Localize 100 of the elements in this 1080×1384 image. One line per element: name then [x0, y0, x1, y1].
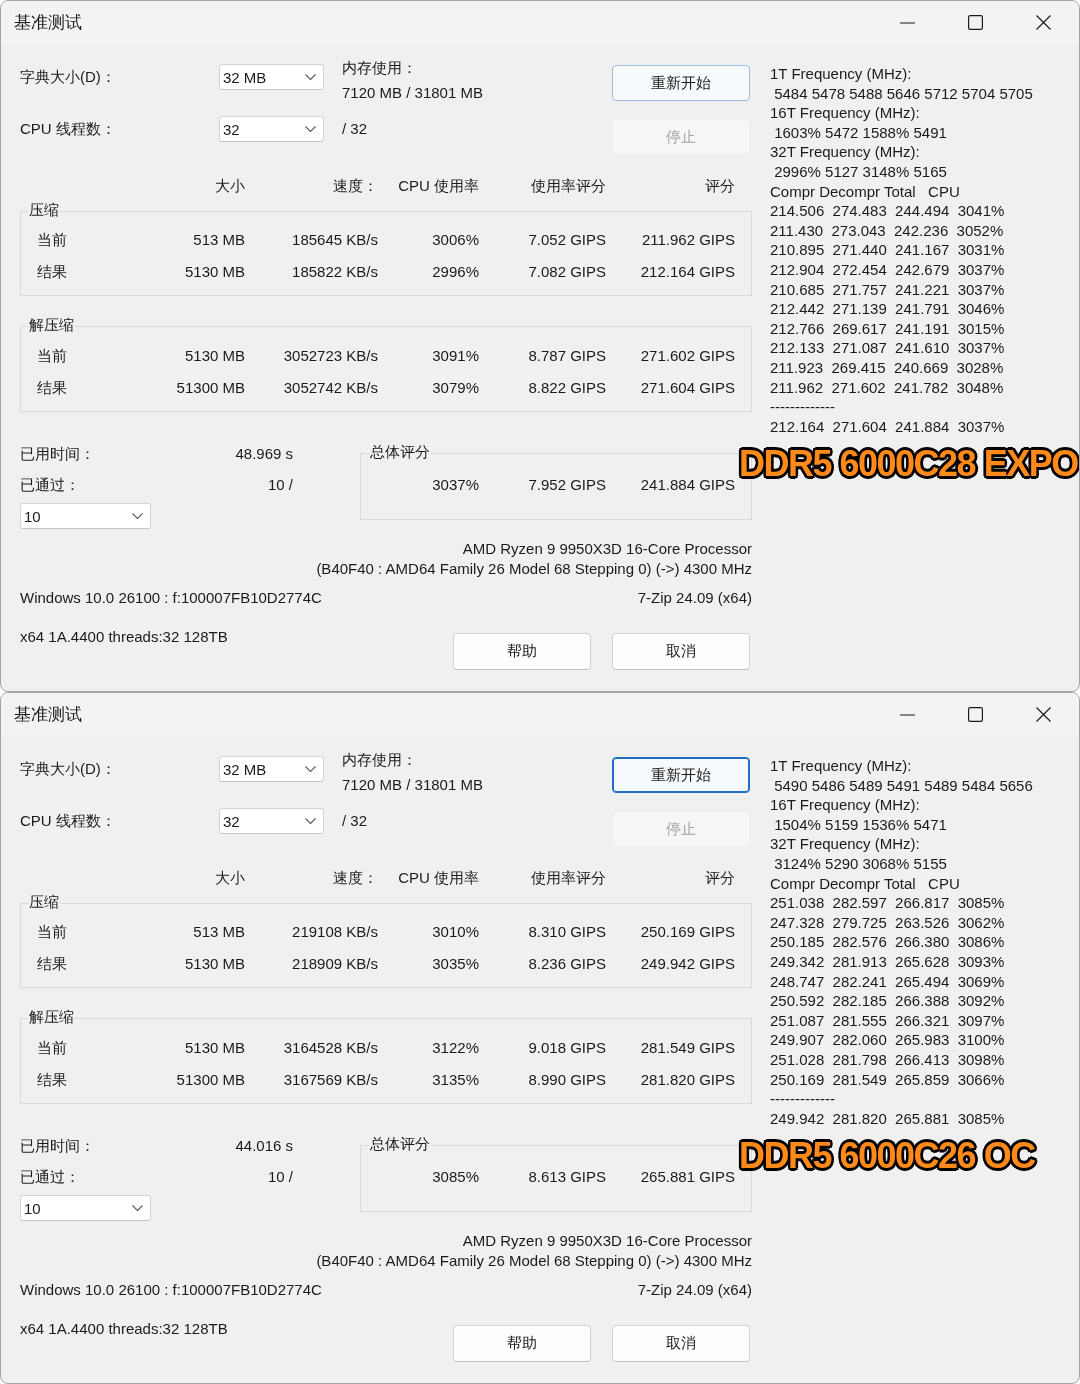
- maximize-icon[interactable]: [968, 15, 983, 30]
- row-label: 当前: [37, 1038, 67, 1058]
- cpu-info-text: (B40F40 : AMD64 Family 26 Model 68 Stepping 0) (->) 4300 MHz: [316, 1251, 752, 1271]
- total-score-cell: 7.952 GIPS: [528, 475, 606, 495]
- log-line: 251.028 281.798 266.413 3098%: [770, 1049, 1005, 1070]
- total-score-cell: 265.881 GIPS: [640, 1167, 735, 1187]
- group-title: 压缩: [28, 201, 60, 220]
- table-cell-text: 8.787 GIPS: [528, 346, 606, 366]
- row-label: 结果: [37, 378, 67, 398]
- system-info-text: Windows 10.0 26100 : f:100007FB10D2774C: [20, 588, 322, 608]
- column-header: 使用率评分: [531, 176, 606, 196]
- log-line: 212.904 272.454 242.679 3037%: [770, 259, 1005, 280]
- table-cell-text: 3010%: [432, 922, 479, 942]
- thread-max-text: / 32: [342, 119, 368, 139]
- table-cell-text: 8.236 GIPS: [528, 954, 606, 974]
- log-line: 249.907 282.060 265.983 3100%: [770, 1030, 1005, 1050]
- cancel-button[interactable]: 取消: [612, 633, 750, 670]
- log-line: 16T Frequency (MHz):: [770, 103, 920, 123]
- table-cell-text: 250.169 GIPS: [640, 922, 735, 942]
- cpu-info-text: AMD Ryzen 9 9950X3D 16-Core Processor: [462, 1231, 752, 1251]
- thread-count-dropdown[interactable]: 32: [219, 808, 324, 834]
- total-score-cell: 3085%: [432, 1167, 479, 1187]
- log-line: 249.942 281.820 265.881 3085%: [770, 1108, 1005, 1129]
- table-cell-text: 3079%: [432, 378, 479, 398]
- table-cell-text: 219108 KB/s: [292, 922, 378, 942]
- build-info-text: x64 1A.4400 threads:32 128TB: [20, 627, 228, 647]
- table-cell-text: 249.942 GIPS: [640, 954, 735, 974]
- build-info-text: x64 1A.4400 threads:32 128TB: [20, 1319, 228, 1339]
- log-line: 248.747 282.241 265.494 3069%: [770, 971, 1005, 992]
- memory-usage-label: 内存使用：: [342, 58, 417, 78]
- thread-max-text: / 32: [342, 811, 368, 831]
- log-line: 211.962 271.602 241.782 3048%: [770, 377, 1004, 398]
- elapsed-time-value: 48.969 s: [235, 444, 293, 464]
- column-header: 速度：: [333, 176, 378, 196]
- close-icon[interactable]: [1036, 707, 1051, 722]
- total-score-cell: 8.613 GIPS: [528, 1167, 606, 1187]
- memory-usage-value: 7120 MB / 31801 MB: [342, 83, 483, 103]
- column-header: 速度：: [333, 868, 378, 888]
- passes-value: 10 /: [267, 475, 293, 495]
- cancel-button[interactable]: 取消: [612, 1325, 750, 1362]
- chevron-down-icon: [305, 818, 316, 824]
- table-cell-text: 3091%: [432, 346, 479, 366]
- dictionary-size-label: 字典大小(D)：: [20, 67, 116, 87]
- annotation-label: DDR5 6000C26 OC: [738, 1136, 1036, 1176]
- window-title: 基准测试: [14, 703, 82, 726]
- thread-count-dropdown[interactable]: 32: [219, 116, 324, 142]
- dictionary-size-dropdown[interactable]: 32 MB: [219, 64, 324, 90]
- log-line: 250.592 282.185 266.388 3092%: [770, 991, 1005, 1011]
- column-header: 评分: [705, 176, 735, 196]
- version-text: 7-Zip 24.09 (x64): [637, 1280, 752, 1300]
- log-line: 210.895 271.440 241.167 3031%: [770, 240, 1005, 260]
- log-line: 3124% 5290 3068% 5155: [773, 853, 947, 874]
- table-cell-text: 51300 MB: [176, 1070, 245, 1090]
- chevron-down-icon: [132, 513, 143, 519]
- row-label: 当前: [37, 922, 67, 942]
- column-header: 评分: [705, 868, 735, 888]
- elapsed-time-value: 44.016 s: [235, 1136, 293, 1156]
- log-line: 2996% 5127 3148% 5165: [773, 161, 947, 182]
- close-icon[interactable]: [1036, 15, 1051, 30]
- restart-button[interactable]: 重新开始: [612, 65, 750, 101]
- help-button[interactable]: 帮助: [453, 1325, 591, 1362]
- table-cell-text: 185645 KB/s: [292, 230, 378, 250]
- maximize-icon[interactable]: [968, 707, 983, 722]
- minimize-icon[interactable]: [900, 21, 915, 24]
- log-line: 250.169 281.549 265.859 3066%: [770, 1069, 1005, 1090]
- group-title: 总体评分: [369, 1135, 431, 1154]
- row-label: 当前: [37, 230, 67, 250]
- log-line: 251.038 282.597 266.817 3085%: [770, 893, 1005, 913]
- table-cell-text: 3122%: [432, 1038, 479, 1058]
- dictionary-size-dropdown[interactable]: 32 MB: [219, 756, 324, 782]
- table-cell-text: 281.549 GIPS: [640, 1038, 735, 1058]
- row-label: 结果: [37, 1070, 67, 1090]
- table-cell-text: 7.052 GIPS: [528, 230, 606, 250]
- passes-label: 已通过：: [20, 475, 80, 495]
- table-cell-text: 8.822 GIPS: [528, 378, 606, 398]
- chevron-down-icon: [305, 766, 316, 772]
- log-line: 250.185 282.576 266.380 3086%: [770, 932, 1005, 952]
- passes-dropdown[interactable]: 10: [20, 1195, 151, 1221]
- table-cell-text: 211.962 GIPS: [641, 230, 735, 250]
- table-cell-text: 3035%: [432, 954, 479, 974]
- table-cell-text: 9.018 GIPS: [528, 1038, 606, 1058]
- log-line: 16T Frequency (MHz):: [770, 795, 920, 815]
- row-label: 结果: [37, 262, 67, 282]
- passes-dropdown[interactable]: 10: [20, 503, 151, 529]
- table-cell-text: 5130 MB: [184, 954, 245, 974]
- passes-label: 已通过：: [20, 1167, 80, 1187]
- minimize-icon[interactable]: [900, 713, 915, 716]
- column-header: 大小: [215, 868, 245, 888]
- restart-button[interactable]: 重新开始: [612, 757, 750, 793]
- column-header: 大小: [215, 176, 245, 196]
- memory-usage-label: 内存使用：: [342, 750, 417, 770]
- log-line: 251.087 281.555 266.321 3097%: [770, 1010, 1005, 1031]
- table-cell-text: 3052723 KB/s: [283, 346, 378, 366]
- help-button[interactable]: 帮助: [453, 633, 591, 670]
- row-label: 结果: [37, 954, 67, 974]
- log-line: 249.342 281.913 265.628 3093%: [770, 951, 1005, 972]
- row-label: 当前: [37, 346, 67, 366]
- table-cell-text: 513 MB: [193, 922, 245, 942]
- table-cell-text: 185822 KB/s: [292, 262, 378, 282]
- table-cell-text: 8.990 GIPS: [528, 1070, 606, 1090]
